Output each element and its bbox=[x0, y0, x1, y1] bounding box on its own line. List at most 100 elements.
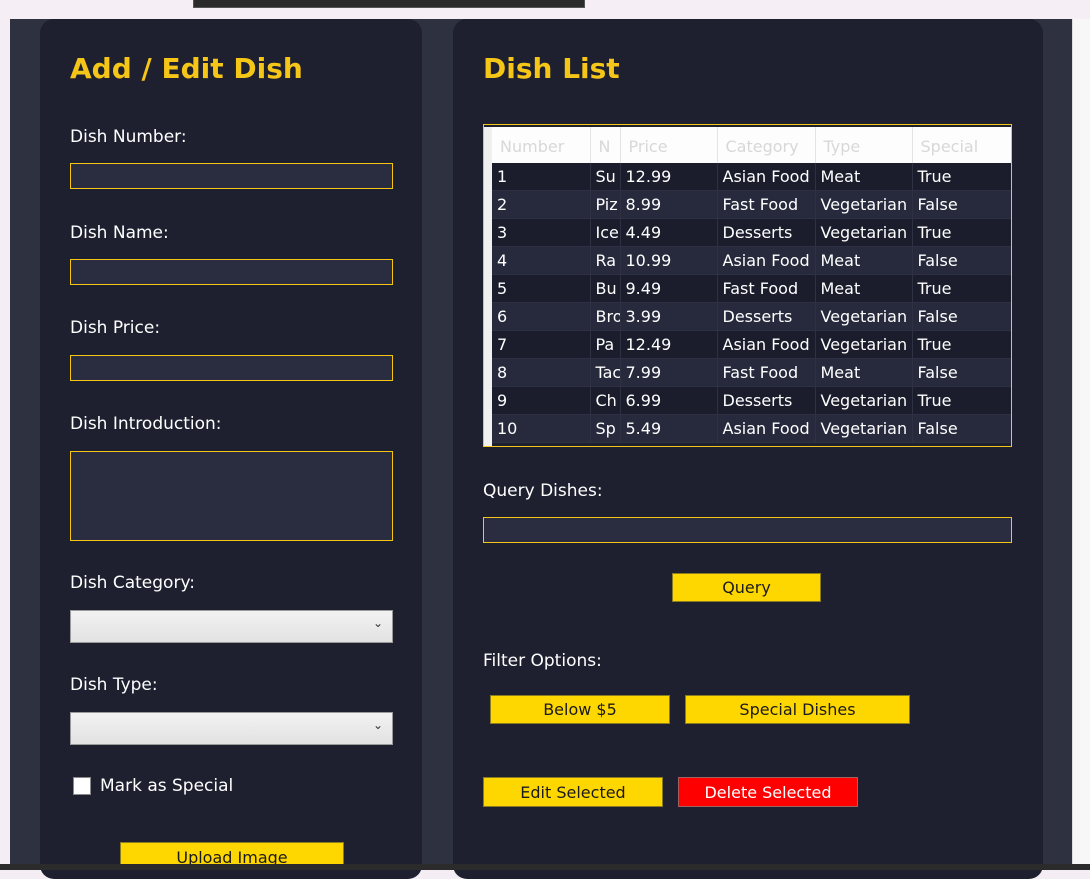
table-cell[interactable]: Meat bbox=[815, 163, 913, 191]
dish-category-select[interactable]: ⌄ bbox=[70, 610, 393, 643]
query-input[interactable] bbox=[483, 517, 1012, 543]
table-cell[interactable]: False bbox=[912, 414, 1011, 443]
table-cell[interactable]: Desserts bbox=[717, 302, 816, 331]
table-cell[interactable]: Ra bbox=[590, 246, 621, 275]
dish-number-label: Dish Number: bbox=[70, 127, 187, 147]
table-cell[interactable]: False bbox=[912, 246, 1011, 275]
table-cell[interactable]: 6 bbox=[492, 302, 591, 331]
table-cell[interactable]: 10 bbox=[492, 414, 591, 443]
table-cell[interactable]: Bro bbox=[590, 302, 621, 331]
table-cell[interactable]: 9 bbox=[492, 386, 591, 415]
table-cell[interactable]: 4.49 bbox=[620, 218, 718, 247]
table-cell[interactable]: Vegetarian bbox=[815, 330, 913, 359]
table-cell[interactable]: Su bbox=[590, 163, 621, 191]
table-cell[interactable]: 3.99 bbox=[620, 302, 718, 331]
table-cell[interactable]: Sp bbox=[590, 414, 621, 443]
column-header[interactable]: Type bbox=[815, 127, 913, 163]
dish-number-input[interactable] bbox=[70, 163, 393, 189]
table-cell[interactable]: Vegetarian bbox=[815, 190, 913, 219]
dish-intro-textarea[interactable] bbox=[70, 451, 393, 541]
dish-type-label: Dish Type: bbox=[70, 675, 158, 695]
table-cell[interactable]: Fast Food bbox=[717, 358, 816, 387]
dish-price-input[interactable] bbox=[70, 355, 393, 381]
below-5-button[interactable]: Below $5 bbox=[490, 695, 670, 724]
table-row[interactable]: 9 Ch 6.99 Desserts Vegetarian True bbox=[492, 386, 1011, 415]
table-cell[interactable]: False bbox=[912, 190, 1011, 219]
table-cell[interactable]: 10.99 bbox=[620, 246, 718, 275]
table-cell[interactable]: Fast Food bbox=[717, 274, 816, 303]
dish-price-label: Dish Price: bbox=[70, 318, 161, 338]
table-row[interactable]: 4 Ra 10.99 Asian Food Meat False bbox=[492, 246, 1011, 275]
table-row[interactable]: 3 Ice 4.49 Desserts Vegetarian True bbox=[492, 218, 1011, 247]
special-dishes-button[interactable]: Special Dishes bbox=[685, 695, 910, 724]
table-cell[interactable]: False bbox=[912, 302, 1011, 331]
table-cell[interactable]: 1 bbox=[492, 163, 591, 191]
table-row[interactable]: 6 Bro 3.99 Desserts Vegetarian False bbox=[492, 302, 1011, 331]
table-cell[interactable]: 4 bbox=[492, 246, 591, 275]
query-button[interactable]: Query bbox=[672, 573, 821, 602]
table-cell[interactable]: True bbox=[912, 386, 1011, 415]
table-cell[interactable]: 7 bbox=[492, 330, 591, 359]
table-cell[interactable]: True bbox=[912, 330, 1011, 359]
table-cell[interactable]: Fast Food bbox=[717, 190, 816, 219]
table-cell[interactable]: True bbox=[912, 163, 1011, 191]
query-label: Query Dishes: bbox=[483, 481, 603, 501]
table-cell[interactable]: Ice bbox=[590, 218, 621, 247]
table-cell[interactable]: Meat bbox=[815, 246, 913, 275]
table-cell[interactable]: Desserts bbox=[717, 218, 816, 247]
table-row[interactable]: 8 Tac 7.99 Fast Food Meat False bbox=[492, 358, 1011, 387]
table-cell[interactable]: Asian Food bbox=[717, 330, 816, 359]
table-cell[interactable]: Meat bbox=[815, 358, 913, 387]
table-cell[interactable]: Tac bbox=[590, 358, 621, 387]
table-row[interactable]: 2 Piz 8.99 Fast Food Vegetarian False bbox=[492, 190, 1011, 219]
table-cell[interactable]: Pa bbox=[590, 330, 621, 359]
column-header[interactable]: Category bbox=[717, 127, 816, 163]
table-cell[interactable]: 12.99 bbox=[620, 163, 718, 191]
delete-selected-button[interactable]: Delete Selected bbox=[678, 777, 858, 807]
table-cell[interactable]: 12.49 bbox=[620, 330, 718, 359]
column-header[interactable]: Number bbox=[492, 127, 591, 163]
table-cell[interactable]: Meat bbox=[815, 274, 913, 303]
table-cell[interactable]: Vegetarian bbox=[815, 218, 913, 247]
table-cell[interactable]: 3 bbox=[492, 218, 591, 247]
table-cell[interactable]: 8 bbox=[492, 358, 591, 387]
filter-label: Filter Options: bbox=[483, 651, 602, 671]
table-cell[interactable]: Desserts bbox=[717, 386, 816, 415]
add-edit-panel: Add / Edit Dish Dish Number: Dish Name: … bbox=[40, 19, 422, 879]
window-edge bbox=[1072, 19, 1090, 864]
edit-selected-button[interactable]: Edit Selected bbox=[483, 777, 663, 807]
toolbar-fragment bbox=[193, 0, 585, 8]
table-row[interactable]: 1 Su 12.99 Asian Food Meat True bbox=[492, 163, 1011, 191]
table-cell[interactable]: 2 bbox=[492, 190, 591, 219]
table-cell[interactable]: 7.99 bbox=[620, 358, 718, 387]
table-cell[interactable]: True bbox=[912, 274, 1011, 303]
table-cell[interactable]: Piz bbox=[590, 190, 621, 219]
table-cell[interactable]: Ch bbox=[590, 386, 621, 415]
dish-type-select[interactable]: ⌄ bbox=[70, 712, 393, 745]
table-cell[interactable]: Asian Food bbox=[717, 163, 816, 191]
table-row[interactable]: 7 Pa 12.49 Asian Food Vegetarian True bbox=[492, 330, 1011, 359]
table-cell[interactable]: 9.49 bbox=[620, 274, 718, 303]
special-checkbox[interactable] bbox=[73, 777, 91, 795]
column-header[interactable]: N bbox=[590, 127, 621, 163]
table-cell[interactable]: True bbox=[912, 218, 1011, 247]
column-header[interactable]: Special bbox=[912, 127, 1011, 163]
table-cell[interactable]: 6.99 bbox=[620, 386, 718, 415]
column-header[interactable]: Price bbox=[620, 127, 718, 163]
table-cell[interactable]: 8.99 bbox=[620, 190, 718, 219]
table-cell[interactable]: Vegetarian bbox=[815, 302, 913, 331]
row-header-column bbox=[484, 127, 492, 446]
add-edit-title: Add / Edit Dish bbox=[70, 52, 303, 85]
table-cell[interactable]: 5.49 bbox=[620, 414, 718, 443]
dish-name-input[interactable] bbox=[70, 259, 393, 285]
table-cell[interactable]: 5 bbox=[492, 274, 591, 303]
table-cell[interactable]: False bbox=[912, 358, 1011, 387]
table-cell[interactable]: Vegetarian bbox=[815, 414, 913, 443]
dish-table[interactable]: Number N Price Category Type Special 1 Su… bbox=[483, 124, 1012, 447]
table-cell[interactable]: Bu bbox=[590, 274, 621, 303]
table-cell[interactable]: Asian Food bbox=[717, 246, 816, 275]
table-cell[interactable]: Vegetarian bbox=[815, 386, 913, 415]
table-row[interactable]: 10 Sp 5.49 Asian Food Vegetarian False bbox=[492, 414, 1011, 443]
table-row[interactable]: 5 Bu 9.49 Fast Food Meat True bbox=[492, 274, 1011, 303]
table-cell[interactable]: Asian Food bbox=[717, 414, 816, 443]
